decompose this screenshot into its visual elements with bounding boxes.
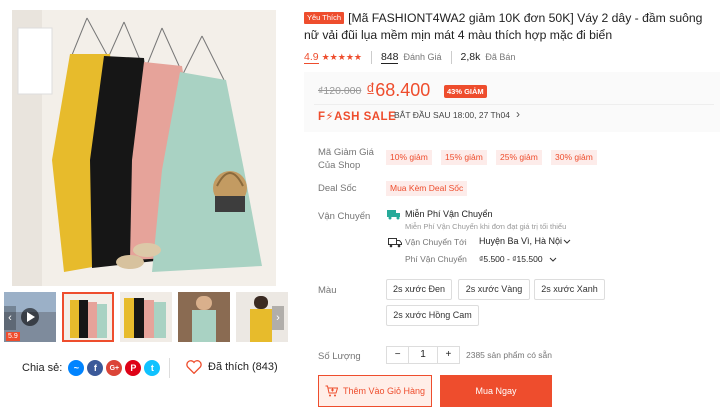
variant-option[interactable]: 2s xước Hồng Cam xyxy=(386,305,479,326)
discount-badge: 43% GIẢM xyxy=(444,85,487,98)
google-plus-icon[interactable]: G+ xyxy=(106,360,123,376)
thumbnail-prev-button[interactable]: ‹ xyxy=(4,306,16,330)
video-badge: 5.9 xyxy=(6,332,20,341)
vouchers-label: Mã Giảm Giá Của Shop xyxy=(318,147,374,171)
cart-icon xyxy=(325,385,338,397)
flash-sale-logo: F⚡ASH SALE xyxy=(318,111,397,123)
free-shipping-title: Miễn Phí Vận Chuyển xyxy=(405,209,493,219)
product-title-text: [Mã FASHIONT4WA2 giảm 10K đơn 50K] Váy 2… xyxy=(304,11,703,42)
sold-label: Đã Bán xyxy=(485,52,516,62)
like-count: Đã thích (843) xyxy=(208,361,278,373)
ship-to-label: Vận Chuyển Tới xyxy=(405,237,467,247)
reviews-count[interactable]: 848 xyxy=(380,51,399,64)
favorite-badge: Yêu Thích xyxy=(304,12,345,24)
share-divider xyxy=(169,358,170,378)
quantity-plus-button[interactable]: + xyxy=(438,347,459,363)
quantity-label: Số Lượng xyxy=(318,351,361,362)
variant-option[interactable]: 2s xước Đen xyxy=(386,279,452,300)
variant-option[interactable]: 2s xước Vàng xyxy=(458,279,530,300)
voucher-tag[interactable]: 25% giảm xyxy=(496,150,542,165)
variant-option[interactable]: 2s xước Xanh xyxy=(534,279,605,300)
voucher-tag[interactable]: 30% giảm xyxy=(551,150,597,165)
main-product-image[interactable] xyxy=(12,10,276,286)
truck-icon xyxy=(388,238,402,248)
product-page: 5.9 ‹ › Chia sẻ: ~ f G+ P t Đã thích (84… xyxy=(0,0,728,416)
free-shipping-icon xyxy=(387,210,400,220)
rating-value[interactable]: 4.9 xyxy=(304,51,319,64)
quantity-minus-button[interactable]: − xyxy=(387,347,408,363)
quantity-stepper: − 1 + xyxy=(386,346,460,364)
add-to-cart-label: Thêm Vào Giỏ Hàng xyxy=(342,386,426,396)
facebook-icon[interactable]: f xyxy=(87,360,104,376)
price-box: ₫120.000 ₫68.400 43% GIẢM F⚡ASH SALE BẮT… xyxy=(304,72,720,132)
pinterest-icon[interactable]: P xyxy=(125,360,142,376)
rating-stars-icon: ★★★★★ xyxy=(321,51,362,62)
thumbnail-2[interactable] xyxy=(62,292,114,342)
twitter-icon[interactable]: t xyxy=(144,360,161,376)
ship-to-location[interactable]: Huyện Ba Vì, Hà Nội xyxy=(479,236,562,246)
color-label: Màu xyxy=(318,285,337,296)
thumbnail-strip: 5.9 ‹ › xyxy=(4,292,288,342)
messenger-icon[interactable]: ~ xyxy=(68,360,85,376)
deal-tag[interactable]: Mua Kèm Deal Sốc xyxy=(386,181,468,196)
shipping-label: Vận Chuyển xyxy=(318,211,371,222)
free-shipping-note: Miễn Phí Vận Chuyển khi đơn đạt giá trị … xyxy=(405,222,567,231)
old-price: ₫120.000 xyxy=(318,85,362,97)
buy-now-button[interactable]: Mua Ngay xyxy=(440,375,552,407)
chevron-down-icon[interactable] xyxy=(563,239,571,245)
current-price: ₫68.400 xyxy=(366,80,431,100)
share-bar: Chia sẻ: ~ f G+ P t xyxy=(22,360,161,376)
stock-count: 2385 sản phẩm có sẵn xyxy=(466,350,553,360)
sold-count: 2,8k xyxy=(460,51,481,63)
reviews-label: Đánh Giá xyxy=(403,52,442,62)
voucher-tag[interactable]: 10% giảm xyxy=(386,150,432,165)
ship-fee-label: Phí Vận Chuyển xyxy=(405,254,467,264)
deal-label: Deal Sốc xyxy=(318,183,357,194)
flash-sale-time: BẮT ĐẦU SAU 18:00, 27 Th04 xyxy=(394,110,510,120)
ship-fee-value[interactable]: ₫5.500 - ₫15.500 xyxy=(479,254,543,264)
heart-icon xyxy=(186,360,202,374)
flash-chevron-icon[interactable]: › xyxy=(516,107,520,121)
like-button[interactable]: Đã thích (843) xyxy=(186,360,278,374)
buy-now-label: Mua Ngay xyxy=(475,386,517,396)
chevron-down-icon[interactable] xyxy=(549,257,557,263)
share-label: Chia sẻ: xyxy=(22,362,63,374)
product-title: Yêu Thích [Mã FASHIONT4WA2 giảm 10K đơn 5… xyxy=(304,10,720,44)
thumbnail-3[interactable] xyxy=(120,292,172,342)
rating-row: 4.9 ★★★★★ 848 Đánh Giá 2,8k Đã Bán xyxy=(304,50,515,64)
thumbnail-next-button[interactable]: › xyxy=(272,306,284,330)
quantity-input[interactable]: 1 xyxy=(408,347,438,363)
thumbnail-4[interactable] xyxy=(178,292,230,342)
voucher-tag[interactable]: 15% giảm xyxy=(441,150,487,165)
add-to-cart-button[interactable]: Thêm Vào Giỏ Hàng xyxy=(318,375,432,407)
